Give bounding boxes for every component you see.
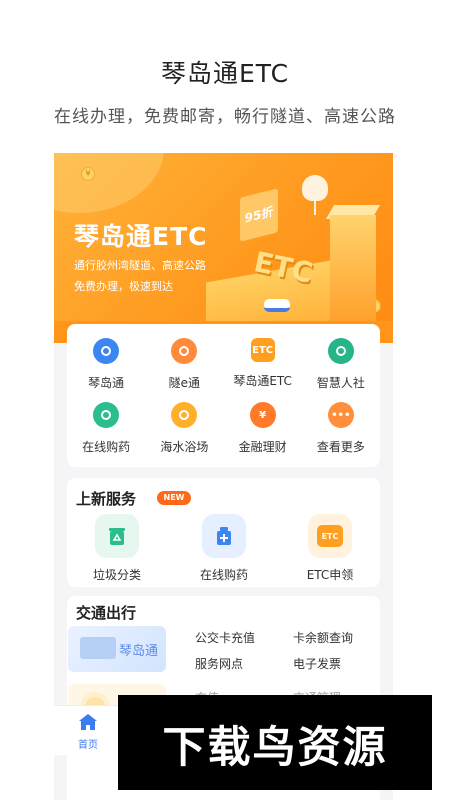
quick-item[interactable]: ¥ 金融理财: [224, 402, 302, 466]
promo-title: 琴岛通ETC: [160, 59, 290, 88]
balloon-icon: [302, 175, 328, 201]
new-badge: NEW: [157, 491, 191, 505]
traffic-title: 交通出行: [76, 604, 137, 622]
quick-item[interactable]: 海水浴场: [145, 402, 223, 466]
quick-services-card: 琴岛通 隧e通 ETC 琴岛通ETC 智慧人社在线购药 海水浴场 ¥ 金融理财 ••• 查看更多: [67, 324, 380, 467]
banner-line1: 通行胶州湾隧道、高速公路: [74, 259, 206, 272]
tab-home[interactable]: 首页: [68, 714, 108, 751]
service-online-medicine[interactable]: 在线购药: [179, 514, 269, 583]
quick-item-label: 琴岛通: [88, 376, 125, 390]
quick-item-label: 智慧人社: [316, 376, 365, 390]
social-security-icon: [327, 338, 354, 364]
banner-decor-blob: [54, 153, 164, 213]
coin-icon: ¥: [81, 167, 95, 181]
banner-line2: 免费办理，极速到达: [74, 280, 173, 293]
service-label: 在线购药: [199, 568, 248, 582]
car-icon: [264, 299, 290, 312]
qindaotong-card-name: 琴岛通: [119, 644, 159, 659]
quick-item[interactable]: 智慧人社: [302, 338, 380, 402]
banner-title: 琴岛通ETC: [74, 222, 208, 251]
quick-item-label: 在线购药: [82, 440, 131, 454]
service-trash-sort[interactable]: 垃圾分类: [72, 514, 162, 583]
etc-banner[interactable]: ¥ ¥ 95折 ETC 琴岛通ETC 通行胶州湾隧道、高速公路 免费办理，极速到…: [54, 153, 393, 343]
quick-item[interactable]: ETC 琴岛通ETC: [224, 338, 302, 402]
quick-item[interactable]: ••• 查看更多: [302, 402, 380, 466]
beach-icon: [171, 402, 198, 428]
home-icon: [79, 714, 97, 730]
etc-icon: ETC: [250, 338, 275, 362]
medicine-bottle-icon: [202, 514, 246, 558]
trash-sort-icon: [95, 514, 139, 558]
quick-item[interactable]: 在线购药: [67, 402, 145, 466]
discount-sign: 95折: [240, 188, 278, 242]
tunnel-icon: [171, 338, 198, 364]
quick-item-label: 海水浴场: [160, 440, 209, 454]
medicine-icon: [93, 402, 120, 428]
tab-home-label: 首页: [78, 740, 98, 751]
more-icon: •••: [327, 402, 354, 428]
quick-item-label: 隧e通: [168, 376, 201, 390]
new-services-card: 上新服务 NEW 垃圾分类 在线购药 ETC ETC申领: [67, 478, 380, 587]
watermark-text: 下载鸟资源: [162, 723, 388, 773]
quick-item[interactable]: 隧e通: [145, 338, 223, 402]
qindaotong-logo-icon: [93, 338, 120, 364]
balloon-string: [314, 201, 316, 215]
qindaotong-card[interactable]: 琴岛通: [68, 626, 166, 672]
tower-graphic: [330, 215, 376, 325]
quick-item-label: 金融理财: [238, 440, 287, 454]
quick-item[interactable]: 琴岛通: [67, 338, 145, 402]
finance-icon: ¥: [249, 402, 276, 428]
new-services-title: 上新服务: [76, 490, 137, 508]
e-invoice-link[interactable]: 电子发票: [293, 655, 341, 672]
service-outlets-link[interactable]: 服务网点: [195, 655, 243, 672]
card-chip-icon: [80, 637, 116, 659]
service-label: 垃圾分类: [92, 568, 141, 582]
bus-card-recharge-link[interactable]: 公交卡充值: [195, 629, 255, 646]
service-etc-apply[interactable]: ETC ETC申领: [285, 514, 375, 583]
service-label: ETC申领: [306, 568, 354, 582]
quick-services-grid: 琴岛通 隧e通 ETC 琴岛通ETC 智慧人社在线购药 海水浴场 ¥ 金融理财 ••• 查看更多: [67, 324, 380, 466]
etc-apply-icon: ETC: [308, 514, 352, 558]
watermark-box: 下载鸟资源: [118, 695, 432, 790]
quick-item-label: 琴岛通ETC: [233, 374, 292, 388]
promo-subtitle: 在线办理，免费邮寄，畅行隧道、高速公路: [54, 107, 396, 127]
quick-item-label: 查看更多: [316, 440, 365, 454]
card-balance-query-link[interactable]: 卡余额查询: [293, 629, 353, 646]
